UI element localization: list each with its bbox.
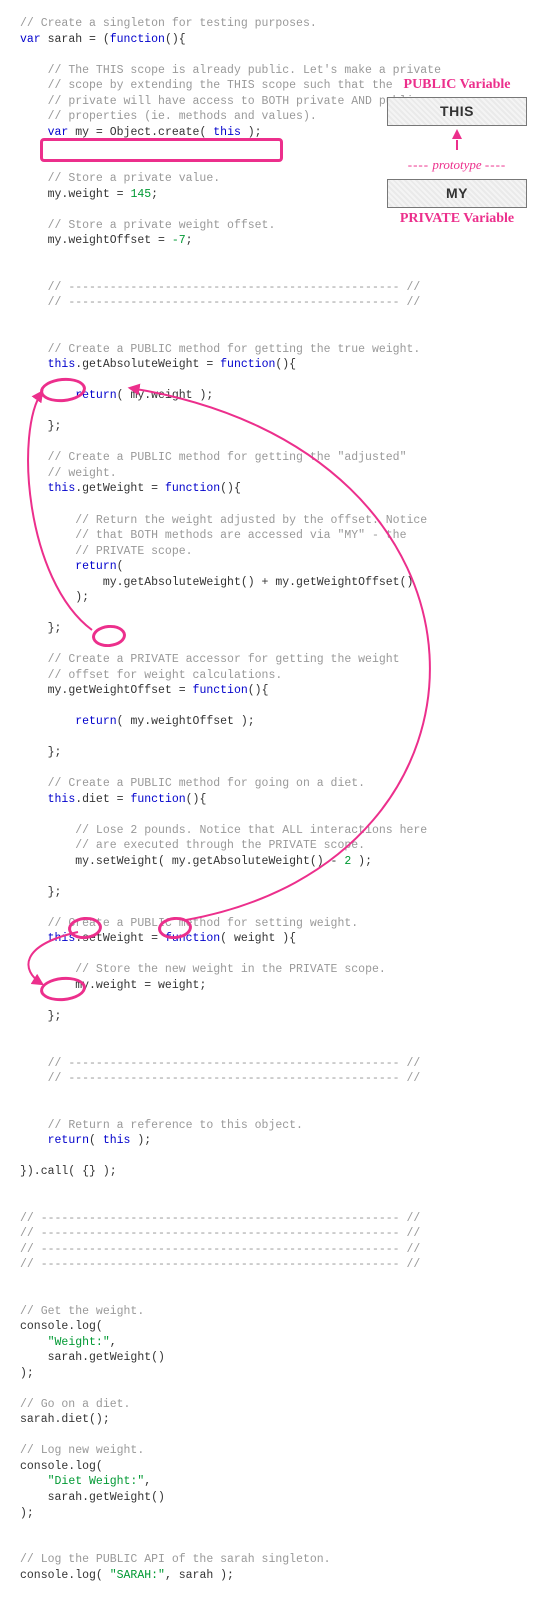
scope-diagram: PUBLIC Variable THIS ---- prototype ----… [387,74,527,231]
public-variable-label: PUBLIC Variable [387,76,527,95]
prototype-label: ---- prototype ---- [387,156,527,174]
code-block: // Create a singleton for testing purpos… [20,16,525,1583]
arrow-up-icon [452,129,462,139]
private-variable-label: PRIVATE Variable [387,210,527,229]
my-box: MY [387,179,527,208]
this-box: THIS [387,97,527,126]
